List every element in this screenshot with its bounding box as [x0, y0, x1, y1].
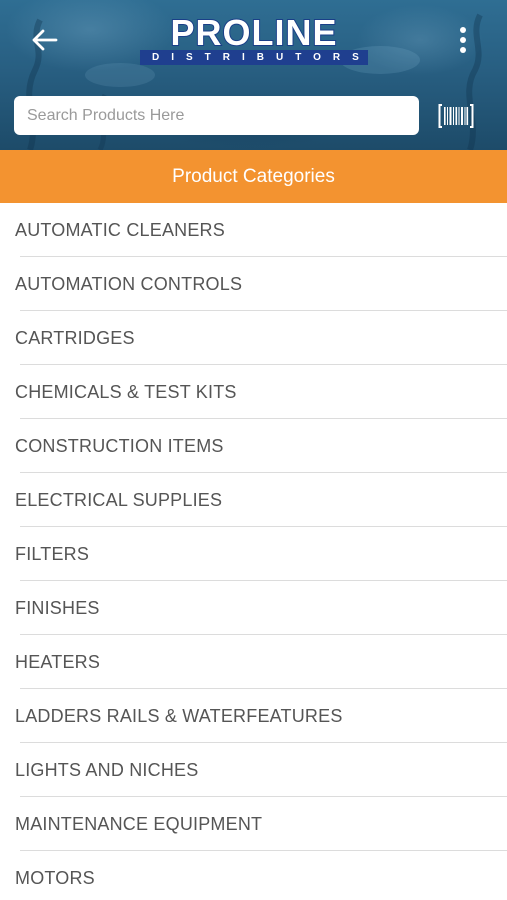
category-item-cartridges[interactable]: CARTRIDGES [0, 311, 507, 365]
category-item-lights-and-niches[interactable]: LIGHTS AND NICHES [0, 743, 507, 797]
category-label: AUTOMATION CONTROLS [15, 273, 243, 294]
category-label: ELECTRICAL SUPPLIES [15, 489, 223, 510]
category-item-heaters[interactable]: HEATERS [0, 635, 507, 689]
overflow-menu-button[interactable] [448, 22, 478, 58]
category-item-finishes[interactable]: FINISHES [0, 581, 507, 635]
category-label: LADDERS RAILS & WATERFEATURES [15, 705, 343, 726]
category-item-construction-items[interactable]: CONSTRUCTION ITEMS [0, 419, 507, 473]
back-button[interactable] [22, 22, 66, 58]
proline-logo: PROLINE DISTRIBUTORS [138, 12, 370, 66]
category-label: LIGHTS AND NICHES [15, 759, 199, 780]
category-label: AUTOMATIC CLEANERS [15, 219, 225, 240]
logo-subtitle-text: DISTRIBUTORS [140, 50, 368, 65]
barcode-icon [438, 103, 474, 128]
category-label: CONSTRUCTION ITEMS [15, 435, 224, 456]
app-header: PROLINE DISTRIBUTORS [0, 0, 507, 150]
search-input[interactable] [14, 96, 419, 135]
category-item-electrical-supplies[interactable]: ELECTRICAL SUPPLIES [0, 473, 507, 527]
category-label: CARTRIDGES [15, 327, 135, 348]
category-list: AUTOMATIC CLEANERS AUTOMATION CONTROLS C… [0, 203, 507, 900]
category-label: FINISHES [15, 597, 100, 618]
category-item-automatic-cleaners[interactable]: AUTOMATIC CLEANERS [0, 203, 507, 257]
category-item-ladders-rails-waterfeatures[interactable]: LADDERS RAILS & WATERFEATURES [0, 689, 507, 743]
category-label: FILTERS [15, 543, 90, 564]
back-arrow-icon [32, 29, 58, 51]
category-item-maintenance-equipment[interactable]: MAINTENANCE EQUIPMENT [0, 797, 507, 851]
barcode-scan-button[interactable] [437, 99, 475, 132]
category-label: CHEMICALS & TEST KITS [15, 381, 237, 402]
category-label: HEATERS [15, 651, 101, 672]
category-item-filters[interactable]: FILTERS [0, 527, 507, 581]
category-label: MAINTENANCE EQUIPMENT [15, 813, 263, 834]
logo-brand-text: PROLINE [169, 12, 338, 53]
more-vertical-icon [460, 27, 466, 53]
product-categories-title: Product Categories [172, 165, 335, 187]
category-item-automation-controls[interactable]: AUTOMATION CONTROLS [0, 257, 507, 311]
category-item-chemicals-test-kits[interactable]: CHEMICALS & TEST KITS [0, 365, 507, 419]
category-item-motors[interactable]: MOTORS [0, 851, 507, 900]
category-label: MOTORS [15, 867, 95, 888]
product-categories-bar: Product Categories [0, 150, 507, 203]
